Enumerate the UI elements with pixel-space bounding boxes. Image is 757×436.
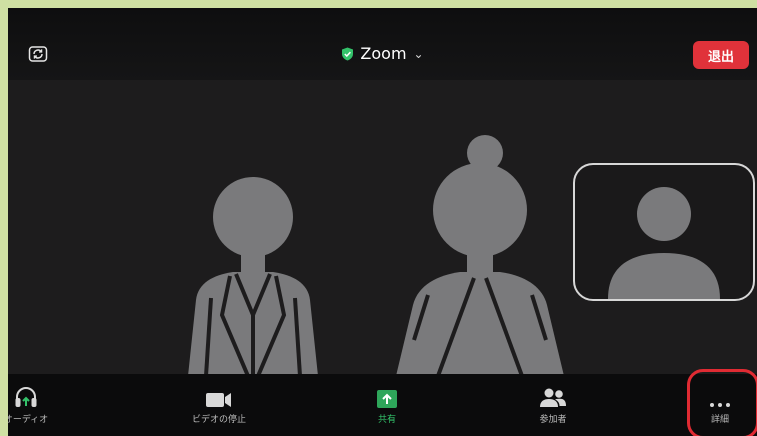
meeting-title-text: Zoom: [360, 44, 407, 63]
shield-check-icon: [342, 47, 354, 61]
top-bar: Zoom ⌄ 退出: [8, 8, 757, 80]
person-avatar-icon: [608, 187, 720, 299]
audio-button[interactable]: オーディオ: [8, 380, 76, 425]
meeting-window: Zoom ⌄ 退出 オーディオ ビデオの停止 共有 参加者 詳細: [8, 8, 757, 436]
share-button[interactable]: 共有: [337, 380, 437, 425]
audio-label: オーディオ: [8, 415, 49, 425]
main-video-stage: [8, 80, 757, 377]
meeting-title[interactable]: Zoom ⌄: [8, 44, 757, 63]
stop-video-button[interactable]: ビデオの停止: [169, 380, 269, 425]
video-camera-icon: [206, 393, 231, 407]
bottom-toolbar: オーディオ ビデオの停止 共有 参加者 詳細: [8, 374, 757, 436]
participants-button[interactable]: 参加者: [503, 380, 603, 425]
woman-silhouette: [396, 135, 564, 376]
stop-video-label: ビデオの停止: [191, 415, 246, 425]
leave-button[interactable]: 退出: [693, 41, 749, 69]
participants-icon: [540, 388, 566, 407]
headphones-icon: [15, 387, 37, 407]
share-arrow-icon: [377, 390, 397, 408]
participants-label: 参加者: [539, 415, 567, 425]
share-label: 共有: [377, 415, 396, 425]
chevron-down-icon: ⌄: [413, 47, 424, 61]
highlight-outline: [687, 369, 757, 436]
self-video-thumbnail[interactable]: [573, 163, 755, 301]
